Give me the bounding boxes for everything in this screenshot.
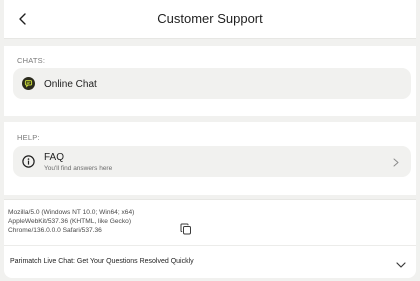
user-agent-line: Chrome/136.0.0.0 Safari/537.36: [8, 227, 102, 234]
chevron-right-icon: [392, 157, 400, 167]
info-icon: [22, 155, 35, 168]
faq-label: FAQ: [44, 152, 65, 163]
header: Customer Support: [4, 0, 416, 39]
copy-icon: [180, 223, 191, 235]
chats-section-label: CHATS:: [17, 56, 46, 65]
chevron-down-icon[interactable]: [395, 257, 407, 268]
page-title: Customer Support: [157, 11, 263, 26]
faq-item[interactable]: FAQ You'll find answers here: [13, 146, 411, 177]
help-section-label: HELP:: [17, 133, 40, 142]
online-chat-item[interactable]: Online Chat: [13, 68, 411, 99]
user-agent-line: Mozilla/5.0 (Windows NT 10.0; Win64; x64…: [8, 209, 135, 216]
support-screen: Customer Support CHATS: Online Chat HELP…: [0, 0, 420, 281]
accordion-title: Parimatch Live Chat: Get Your Questions …: [10, 258, 194, 265]
user-agent-text: Mozilla/5.0 (Windows NT 10.0; Win64; x64…: [8, 208, 168, 235]
copy-button[interactable]: [180, 222, 192, 235]
faq-sublabel: You'll find answers here: [44, 165, 113, 172]
help-section: HELP: FAQ You'll find answers here: [4, 122, 416, 195]
live-chat-accordion[interactable]: Parimatch Live Chat: Get Your Questions …: [4, 245, 416, 278]
user-agent-block: Mozilla/5.0 (Windows NT 10.0; Win64; x64…: [4, 199, 416, 246]
user-agent-line: AppleWebKit/537.36 (KHTML, like Gecko): [8, 218, 132, 225]
chat-bubble-icon: [22, 77, 35, 90]
chats-section: CHATS: Online Chat: [4, 46, 416, 116]
online-chat-label: Online Chat: [44, 79, 97, 90]
